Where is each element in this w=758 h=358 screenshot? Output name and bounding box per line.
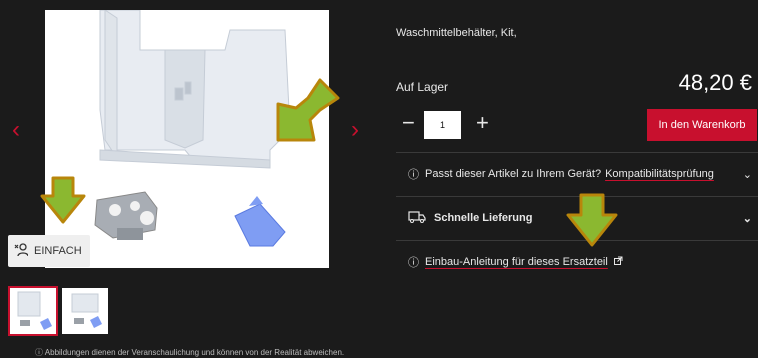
annotation-arrow-icon [40, 176, 86, 224]
product-title: Waschmittelbehälter, Kit, [396, 27, 517, 39]
quantity-decrease-button[interactable]: − [402, 112, 415, 134]
installation-guide-link[interactable]: Einbau-Anleitung für dieses Ersatzteil [425, 256, 608, 268]
image-disclaimer: ⓘ Abbildungen dienen der Veranschaulichu… [35, 348, 345, 357]
stock-status: Auf Lager [396, 80, 449, 94]
chevron-down-icon[interactable]: ⌄ [743, 168, 752, 181]
annotation-arrow-icon [566, 193, 618, 247]
compatibility-row[interactable]: ⓘ Passt dieser Artikel zu Ihrem Gerät? K… [396, 153, 758, 195]
delivery-label: Schnelle Lieferung [434, 212, 533, 224]
thumbnail-2[interactable] [62, 288, 108, 334]
compatibility-question: Passt dieser Artikel zu Ihrem Gerät? [425, 168, 602, 180]
difficulty-badge: EINFACH [8, 235, 90, 267]
difficulty-label: EINFACH [34, 245, 82, 257]
gallery-next-button[interactable]: › [351, 118, 359, 142]
info-icon: ⓘ [408, 169, 419, 181]
add-to-cart-button[interactable]: In den Warenkorb [647, 109, 757, 141]
product-price: 48,20 € [678, 70, 752, 95]
chevron-down-icon[interactable]: ⌄ [743, 212, 752, 225]
person-tool-icon [14, 242, 29, 260]
info-icon: ⓘ [408, 257, 419, 269]
truck-icon [408, 210, 426, 226]
annotation-arrow-icon [276, 78, 340, 142]
gallery-prev-button[interactable]: ‹ [12, 118, 20, 142]
thumbnail-1[interactable] [8, 286, 58, 336]
info-icon: ⓘ [35, 348, 45, 357]
compatibility-check-link[interactable]: Kompatibilitätsprüfung [605, 168, 714, 180]
quantity-input[interactable] [424, 111, 461, 139]
installation-row[interactable]: ⓘ Einbau-Anleitung für dieses Ersatzteil [396, 241, 758, 283]
external-link-icon [613, 256, 623, 268]
quantity-increase-button[interactable]: + [476, 112, 489, 134]
